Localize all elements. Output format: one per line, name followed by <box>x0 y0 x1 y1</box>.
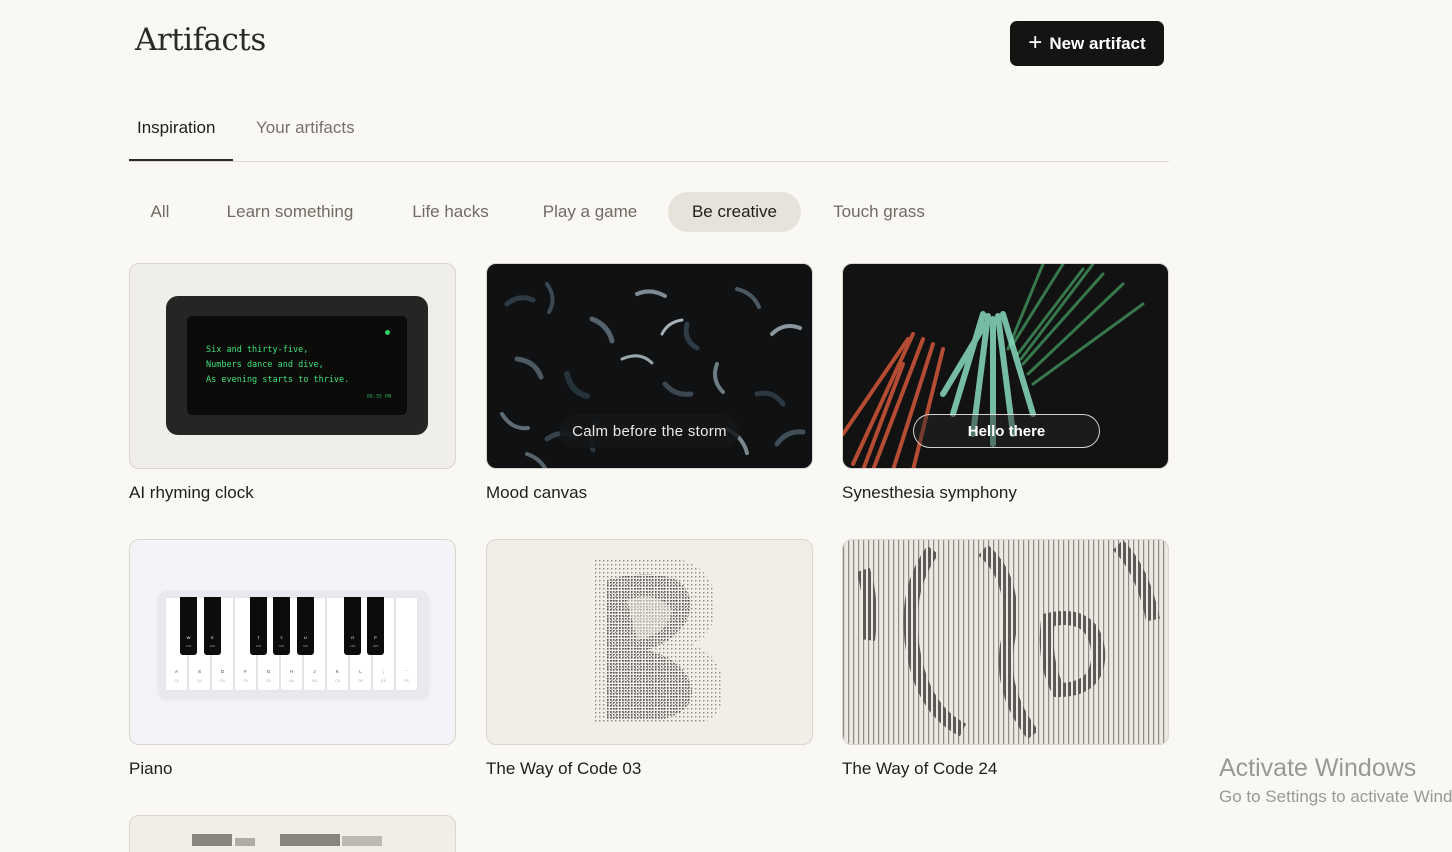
piano-black-key: O C#5 <box>344 597 361 655</box>
note-label: C#5 <box>349 644 356 648</box>
tab-inspiration[interactable]: Inspiration <box>129 108 233 161</box>
filter-touch-grass[interactable]: Touch grass <box>813 192 945 232</box>
note-label: D5 <box>358 679 363 683</box>
filter-be-creative[interactable]: Be creative <box>668 192 801 232</box>
artifact-thumbnail[interactable]: Hello there <box>842 263 1169 469</box>
plus-icon: + <box>1028 28 1043 56</box>
piano-black-key: U A#4 <box>297 597 314 655</box>
watermark-subtitle: Go to Settings to activate Windows. <box>1219 787 1452 806</box>
key-label: L <box>359 669 362 674</box>
key-label: U <box>304 635 307 640</box>
piano-black-key: W C#4 <box>180 597 197 655</box>
note-label: G#4 <box>278 644 285 648</box>
tab-your-artifacts[interactable]: Your artifacts <box>256 108 355 161</box>
key-label: T <box>257 635 260 640</box>
status-dot <box>385 330 390 335</box>
key-label: Y <box>280 635 283 640</box>
artifact-thumbnail[interactable] <box>842 539 1169 745</box>
key-label: A <box>174 669 178 674</box>
new-artifact-label: New artifact <box>1049 33 1146 53</box>
piano-black-key: E D#4 <box>204 597 221 655</box>
key-label: K <box>335 669 339 674</box>
artifact-title[interactable]: The Way of Code 03 <box>486 759 641 779</box>
key-label: H <box>289 669 294 674</box>
clock-poem: Six and thirty-five, Numbers dance and di… <box>206 343 349 388</box>
note-label: A#4 <box>302 644 309 648</box>
artifact-thumbnail[interactable]: Calm before the storm <box>486 263 813 469</box>
stripes-art <box>843 540 1168 744</box>
key-label: J <box>313 669 316 674</box>
new-artifact-button[interactable]: + New artifact <box>1010 21 1164 66</box>
filter-life-hacks[interactable]: Life hacks <box>392 192 509 232</box>
note-label: D#4 <box>209 644 216 648</box>
filter-play-a-game[interactable]: Play a game <box>524 192 656 232</box>
note-label: F#4 <box>255 644 262 648</box>
mood-label: Calm before the storm <box>559 414 740 448</box>
key-label: D <box>220 669 225 674</box>
piano-black-key: P D#5 <box>367 597 384 655</box>
piano-black-key: T F#4 <box>250 597 267 655</box>
artifact-title[interactable]: Mood canvas <box>486 483 587 503</box>
key-label: ' <box>406 669 407 674</box>
key-label: P <box>374 635 377 640</box>
note-label: D#5 <box>372 644 379 648</box>
poem-line: Numbers dance and dive, <box>206 360 324 370</box>
clock-device: Six and thirty-five, Numbers dance and di… <box>166 296 428 435</box>
note-label: B4 <box>312 679 317 683</box>
note-label: C5 <box>335 679 340 683</box>
tab-bar: Inspiration Your artifacts <box>129 108 1169 162</box>
artifact-title[interactable]: AI rhyming clock <box>129 483 254 503</box>
artifact-thumbnail[interactable] <box>486 539 813 745</box>
piano-black-key: Y G#4 <box>273 597 290 655</box>
key-label: W <box>186 635 191 640</box>
key-label: S <box>197 669 201 674</box>
note-label: E4 <box>220 679 225 683</box>
hello-button: Hello there <box>913 414 1100 448</box>
note-label: D4 <box>197 679 202 683</box>
note-label: G4 <box>266 679 271 683</box>
partial-art <box>192 834 382 846</box>
key-label: E <box>211 635 214 640</box>
note-label: C4 <box>174 679 179 683</box>
piano-keyboard: A C4 S D4 D E4 F F4 G G4 H A4 J B4 K C5 L D5 ; E5 … <box>159 591 428 697</box>
note-label: C#4 <box>185 644 192 648</box>
clock-screen: Six and thirty-five, Numbers dance and di… <box>187 316 407 415</box>
filter-all[interactable]: All <box>129 192 191 232</box>
piano-white-key: ' F5 <box>395 597 418 691</box>
poem-line: Six and thirty-five, <box>206 345 309 355</box>
ascii-art <box>593 560 723 725</box>
key-label: F <box>244 669 247 674</box>
note-label: F4 <box>243 679 248 683</box>
note-label: E5 <box>381 679 386 683</box>
poem-line: As evening starts to thrive. <box>206 375 350 385</box>
artifact-thumbnail[interactable]: Six and thirty-five, Numbers dance and di… <box>129 263 456 469</box>
artifact-title[interactable]: The Way of Code 24 <box>842 759 997 779</box>
key-label: ; <box>382 669 385 674</box>
note-label: F5 <box>404 679 409 683</box>
page-title: Artifacts <box>135 22 266 58</box>
artifact-title[interactable]: Synesthesia symphony <box>842 483 1017 503</box>
clock-time: 06:35 PM <box>366 394 391 400</box>
key-label: G <box>266 669 271 674</box>
note-label: A4 <box>289 679 294 683</box>
watermark-title: Activate Windows <box>1219 754 1417 782</box>
windows-watermark: Activate Windows Go to Settings to activ… <box>1219 754 1452 807</box>
artifact-thumbnail[interactable]: A C4 S D4 D E4 F F4 G G4 H A4 J B4 K C5 L D5 ; E5 … <box>129 539 456 745</box>
artifact-card-partial[interactable] <box>129 815 456 852</box>
filter-learn-something[interactable]: Learn something <box>203 192 377 232</box>
artifact-title[interactable]: Piano <box>129 759 172 779</box>
key-label: O <box>350 635 355 640</box>
